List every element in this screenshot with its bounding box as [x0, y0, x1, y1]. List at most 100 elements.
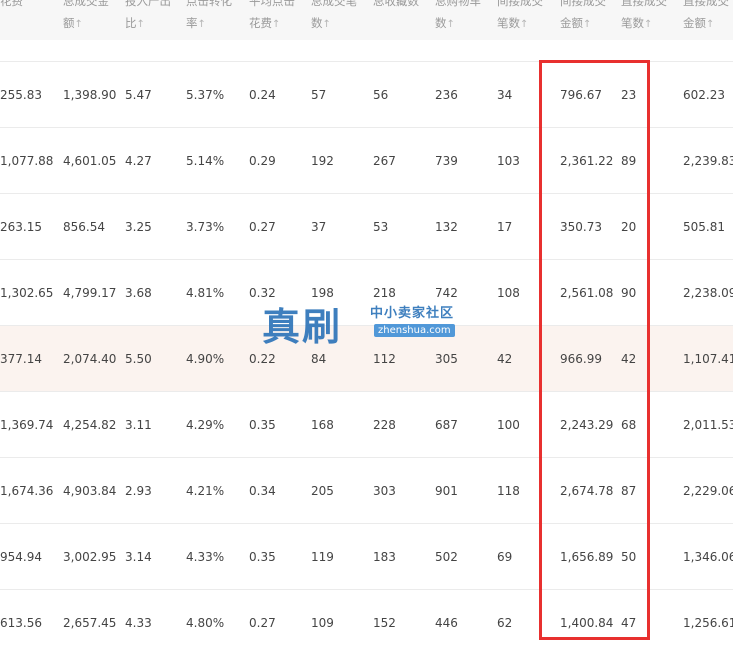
- table-cell: 3.68: [125, 286, 152, 300]
- table-cell: 5.14%: [186, 154, 225, 168]
- table-cell: 1,302.65: [0, 286, 54, 300]
- table-cell: 966.99: [560, 352, 602, 366]
- table-cell: 5.47: [125, 88, 152, 102]
- watermark-subtitle: 中小卖家社区: [370, 306, 455, 321]
- table-cell: 602.23: [683, 88, 725, 102]
- sort-arrow-icon[interactable]: ↑: [583, 19, 591, 30]
- table-cell: 118: [497, 484, 520, 498]
- table-cell: 505.81: [683, 220, 725, 234]
- table-cell: 4,903.84: [63, 484, 117, 498]
- table-cell: 108: [497, 286, 520, 300]
- column-header[interactable]: 总成交金 额↑: [63, 0, 109, 36]
- table-cell: 57: [311, 88, 327, 102]
- table-cell: 4.81%: [186, 286, 225, 300]
- table-cell: 89: [621, 154, 637, 168]
- sort-arrow-icon[interactable]: ↑: [644, 19, 652, 30]
- sort-arrow-icon[interactable]: ↑: [137, 19, 145, 30]
- table-row: 1,674.36 4,903.84 2.93 4.21% 0.34 205 303 901 11…: [0, 457, 733, 524]
- table-cell: 17: [497, 220, 513, 234]
- table-cell: 377.14: [0, 352, 42, 366]
- table-cell: 1,107.41: [683, 352, 733, 366]
- sort-arrow-icon[interactable]: ↑: [323, 19, 331, 30]
- table-cell: 954.94: [0, 550, 42, 564]
- column-header[interactable]: 总成交笔 数↑: [311, 0, 357, 36]
- table-cell: 42: [497, 352, 513, 366]
- table-cell: 152: [373, 616, 396, 630]
- table-cell: 2,239.83: [683, 154, 733, 168]
- table-cell: 446: [435, 616, 458, 630]
- table-cell: 856.54: [63, 220, 105, 234]
- column-header[interactable]: 直接成交 笔数↑: [621, 0, 667, 36]
- column-header[interactable]: 间接成交 笔数↑: [497, 0, 543, 36]
- table-cell: 796.67: [560, 88, 602, 102]
- table-row: 954.94 3,002.95 3.14 4.33% 0.35 119 183 502 69 1,…: [0, 523, 733, 590]
- table-cell: 132: [435, 220, 458, 234]
- table-row: 255.83 1,398.90 5.47 5.37% 0.24 57 56 236 34 796.…: [0, 61, 733, 128]
- column-header[interactable]: 点击转化 率↑: [186, 0, 232, 36]
- table-cell: 2,561.08: [560, 286, 614, 300]
- column-header[interactable]: 直接成交 金额↑: [683, 0, 729, 36]
- table-cell: 3,002.95: [63, 550, 117, 564]
- sort-arrow-icon[interactable]: ↑: [75, 19, 83, 30]
- table-cell: 5.50: [125, 352, 152, 366]
- table-cell: 1,346.06: [683, 550, 733, 564]
- table-cell: 2,238.09: [683, 286, 733, 300]
- table-cell: 0.35: [249, 550, 276, 564]
- column-header[interactable]: 总购物车 数↑: [435, 0, 481, 36]
- column-header[interactable]: 总收藏数: [373, 0, 419, 12]
- table-cell: 263.15: [0, 220, 42, 234]
- table-cell: 228: [373, 418, 396, 432]
- table-cell: 502: [435, 550, 458, 564]
- table-cell: 68: [621, 418, 637, 432]
- sort-arrow-icon[interactable]: ↑: [520, 19, 528, 30]
- column-header[interactable]: 间接成交 金额↑: [560, 0, 606, 36]
- table-cell: 4,254.82: [63, 418, 117, 432]
- sort-arrow-icon[interactable]: ↑: [706, 19, 714, 30]
- table-cell: 2,674.78: [560, 484, 614, 498]
- watermark-title: 真刷: [262, 304, 343, 349]
- sort-arrow-icon[interactable]: ↑: [198, 19, 206, 30]
- table-cell: 1,656.89: [560, 550, 614, 564]
- table-row: 613.56 2,657.45 4.33 4.80% 0.27 109 152 446 62 1,…: [0, 589, 733, 656]
- table-cell: 0.27: [249, 220, 276, 234]
- table-cell: 53: [373, 220, 389, 234]
- table-cell: 50: [621, 550, 637, 564]
- table-cell: 901: [435, 484, 458, 498]
- column-header[interactable]: 花费: [0, 0, 23, 12]
- table-cell: 23: [621, 88, 637, 102]
- table-cell: 192: [311, 154, 334, 168]
- table-cell: 2,229.06: [683, 484, 733, 498]
- table-cell: 34: [497, 88, 513, 102]
- watermark-url: zhenshua.com: [374, 324, 455, 337]
- column-header[interactable]: 投入产出 比↑: [125, 0, 171, 36]
- table-cell: 2.93: [125, 484, 152, 498]
- table-cell: 2,074.40: [63, 352, 117, 366]
- column-header[interactable]: 平均点击 花费↑: [249, 0, 295, 36]
- sort-arrow-icon[interactable]: ↑: [272, 19, 280, 30]
- table-cell: 20: [621, 220, 637, 234]
- table-cell: 5.37%: [186, 88, 225, 102]
- table-cell: 3.14: [125, 550, 152, 564]
- table-cell: 303: [373, 484, 396, 498]
- table-cell: 1,256.61: [683, 616, 733, 630]
- table-cell: 267: [373, 154, 396, 168]
- table-cell: 1,369.74: [0, 418, 54, 432]
- table-cell: 350.73: [560, 220, 602, 234]
- table-row: 1,369.74 4,254.82 3.11 4.29% 0.35 168 228 687 10…: [0, 391, 733, 458]
- table-header: 花费 总成交金 额↑ 投入产出 比↑ 点击转化 率↑ 平均点击 花费↑ 总成交笔 数↑ 总收藏数 总购物…: [0, 0, 733, 40]
- table-cell: 4.27: [125, 154, 152, 168]
- table-row: 1,077.88 4,601.05 4.27 5.14% 0.29 192 267 739 10…: [0, 127, 733, 194]
- table-cell: 1,398.90: [63, 88, 117, 102]
- table-cell: 69: [497, 550, 513, 564]
- table-cell: 236: [435, 88, 458, 102]
- table-cell: 4,799.17: [63, 286, 117, 300]
- table-cell: 62: [497, 616, 513, 630]
- table-cell: 103: [497, 154, 520, 168]
- table-cell: 90: [621, 286, 637, 300]
- table-cell: 119: [311, 550, 334, 564]
- table-cell: 3.25: [125, 220, 152, 234]
- table-cell: 1,077.88: [0, 154, 54, 168]
- table-cell: 42: [621, 352, 637, 366]
- table-cell: 47: [621, 616, 637, 630]
- sort-arrow-icon[interactable]: ↑: [447, 19, 455, 30]
